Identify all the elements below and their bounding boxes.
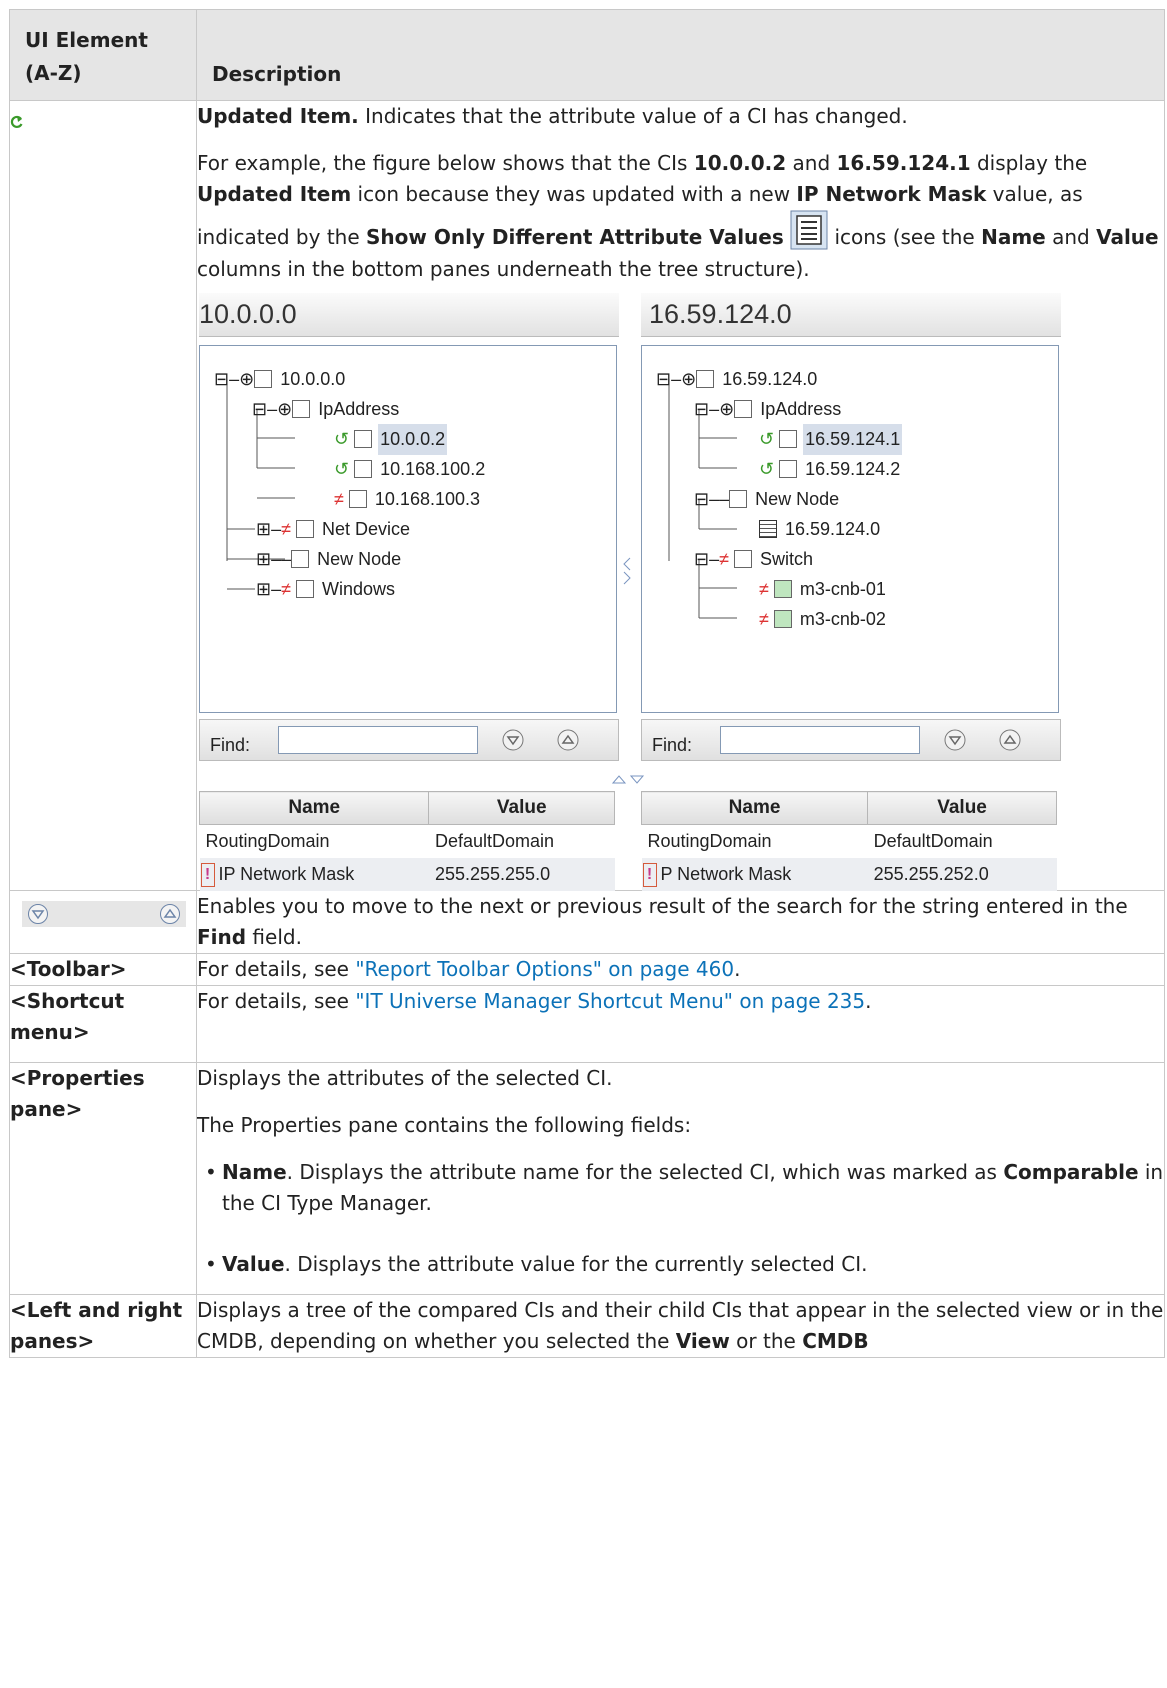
table-header-row: UI Element (A-Z) Description bbox=[9, 9, 1165, 101]
next-result-icon[interactable] bbox=[500, 727, 526, 753]
table-row[interactable]: RoutingDomain DefaultDomain bbox=[200, 825, 615, 859]
table-row-shortcut-menu: <Shortcut menu> For details, see "IT Uni… bbox=[9, 985, 1165, 1063]
properties-field-list: Name. Displays the attribute name for th… bbox=[197, 1157, 1164, 1280]
left-find-bar: Find: bbox=[199, 719, 619, 761]
previous-result-icon[interactable] bbox=[555, 727, 581, 753]
list-item: Name. Displays the attribute name for th… bbox=[205, 1157, 1164, 1219]
table-row[interactable]: ! P Network Mask 255.255.252.0 bbox=[641, 858, 1057, 891]
properties-pane-intro: The Properties pane contains the followi… bbox=[197, 1113, 692, 1137]
tree-node[interactable]: ↺ 16.59.124.2 bbox=[759, 458, 902, 480]
tree-node[interactable]: ⊞‒ ≠ Net Device bbox=[256, 518, 412, 540]
right-tree: ⊟‒⊕ 16.59.124.0 ⊟‒⊕ IpAddress ↺ 16.59.12… bbox=[641, 345, 1059, 713]
tree-node[interactable]: ⊟‒‒ New Node bbox=[694, 488, 841, 510]
table-row-left-right-panes: <Left and right panes> Displays a tree o… bbox=[9, 1294, 1165, 1358]
toolbar-element-label: <Toolbar> bbox=[9, 953, 197, 986]
nav-buttons-image bbox=[22, 901, 186, 927]
tree-node[interactable]: ⊟‒⊕ IpAddress bbox=[694, 398, 843, 420]
updated-item-summary: Updated Item. Indicates that the attribu… bbox=[197, 104, 908, 128]
splitter-arrows[interactable] bbox=[620, 555, 634, 595]
list-item: Value. Displays the attribute value for … bbox=[205, 1249, 1164, 1280]
tree-node[interactable]: 16.59.124.0 bbox=[759, 518, 882, 540]
right-attribute-table: Name Value RoutingDomain DefaultDomain ! P … bbox=[640, 791, 1057, 891]
previous-result-icon bbox=[160, 904, 180, 924]
show-only-different-values-icon bbox=[790, 210, 828, 254]
value-column-header[interactable]: Value bbox=[867, 791, 1057, 825]
previous-result-icon[interactable] bbox=[997, 727, 1023, 753]
shortcut-menu-description: For details, see "IT Universe Manager Sh… bbox=[197, 989, 872, 1013]
tree-node[interactable]: ≠ m3-cnb-02 bbox=[759, 608, 888, 630]
tree-node[interactable]: ≠ 10.168.100.3 bbox=[334, 488, 482, 510]
table-row[interactable]: ! IP Network Mask 255.255.255.0 bbox=[199, 858, 615, 891]
properties-pane-summary: Displays the attributes of the selected … bbox=[197, 1066, 613, 1090]
tree-node[interactable]: ⊟‒⊕ 10.0.0.0 bbox=[214, 368, 347, 390]
tree-node[interactable]: ↺ 10.0.0.2 bbox=[334, 423, 448, 455]
find-label: Find: bbox=[652, 735, 693, 755]
properties-pane-element-label: <Properties pane> bbox=[9, 1062, 197, 1295]
table-row-toolbar: <Toolbar> For details, see "Report Toolb… bbox=[9, 953, 1165, 986]
right-find-bar: Find: bbox=[641, 719, 1061, 761]
vertical-splitter-arrows[interactable] bbox=[611, 764, 645, 795]
updated-item-example: For example, the figure below shows that… bbox=[197, 151, 1159, 281]
left-tree: ⊟‒⊕ 10.0.0.0 ⊟‒⊕ IpAddress ↺ 10.0.0.2 ↺ … bbox=[199, 345, 617, 713]
different-value-icon: ! bbox=[642, 862, 657, 887]
left-pane-title: 10.0.0.0 bbox=[199, 293, 619, 337]
panes-element-label: <Left and right panes> bbox=[9, 1294, 197, 1358]
table-row[interactable]: RoutingDomain DefaultDomain bbox=[642, 825, 1057, 859]
find-label: Find: bbox=[210, 735, 251, 755]
tree-node[interactable]: ≠ m3-cnb-01 bbox=[759, 578, 888, 600]
updated-item-icon bbox=[10, 115, 23, 129]
tree-node[interactable]: ⊟‒⊕ IpAddress bbox=[252, 398, 401, 420]
tree-node[interactable]: ⊞‒ ≠ Windows bbox=[256, 578, 397, 600]
find-input[interactable] bbox=[720, 726, 920, 754]
report-toolbar-options-link[interactable]: "Report Toolbar Options" on page 460 bbox=[355, 957, 734, 981]
nav-buttons-description: Enables you to move to the next or previ… bbox=[197, 894, 1128, 949]
compare-screenshot: 10.0.0.0 ⊟‒⊕ 10.0.0.0 ⊟‒⊕ IpAddress ↺ 10… bbox=[197, 293, 1061, 891]
table-row-updated-item: Updated Item. Indicates that the attribu… bbox=[9, 100, 1165, 891]
header-ui-element: UI Element (A-Z) bbox=[9, 9, 197, 101]
next-result-icon[interactable] bbox=[942, 727, 968, 753]
find-input[interactable] bbox=[278, 726, 478, 754]
tree-node[interactable]: ↺ 16.59.124.1 bbox=[759, 423, 903, 455]
shortcut-menu-link[interactable]: "IT Universe Manager Shortcut Menu" on p… bbox=[355, 989, 865, 1013]
left-compare-pane: 10.0.0.0 ⊟‒⊕ 10.0.0.0 ⊟‒⊕ IpAddress ↺ 10… bbox=[198, 293, 619, 891]
right-compare-pane: 16.59.124.0 ⊟‒⊕ 16.59.124.0 ⊟‒⊕ IpAddres… bbox=[640, 293, 1061, 891]
next-result-icon bbox=[28, 904, 48, 924]
ui-elements-table: UI Element (A-Z) Description Updated Ite… bbox=[9, 9, 1165, 1358]
header-description: Description bbox=[196, 9, 1165, 101]
table-row-nav-buttons: Enables you to move to the next or previ… bbox=[9, 890, 1165, 954]
right-pane-title: 16.59.124.0 bbox=[641, 293, 1061, 337]
value-column-header[interactable]: Value bbox=[428, 791, 615, 825]
tree-node[interactable]: ⊟‒⊕ 16.59.124.0 bbox=[656, 368, 819, 390]
name-column-header[interactable]: Name bbox=[198, 791, 430, 825]
tree-node[interactable]: ⊞‒‒ New Node bbox=[256, 548, 403, 570]
table-row-properties-pane: <Properties pane> Displays the attribute… bbox=[9, 1062, 1165, 1295]
panes-description: Displays a tree of the compared CIs and … bbox=[197, 1298, 1164, 1353]
tree-node[interactable]: ⊟‒ ≠ Switch bbox=[694, 548, 815, 570]
left-attribute-table: Name Value RoutingDomain DefaultDomain ! IP… bbox=[198, 791, 615, 891]
name-column-header[interactable]: Name bbox=[640, 791, 869, 825]
different-value-icon: ! bbox=[200, 862, 215, 887]
tree-node[interactable]: ↺ 10.168.100.2 bbox=[334, 458, 487, 480]
toolbar-description: For details, see "Report Toolbar Options… bbox=[197, 957, 741, 981]
shortcut-menu-element-label: <Shortcut menu> bbox=[9, 985, 197, 1063]
